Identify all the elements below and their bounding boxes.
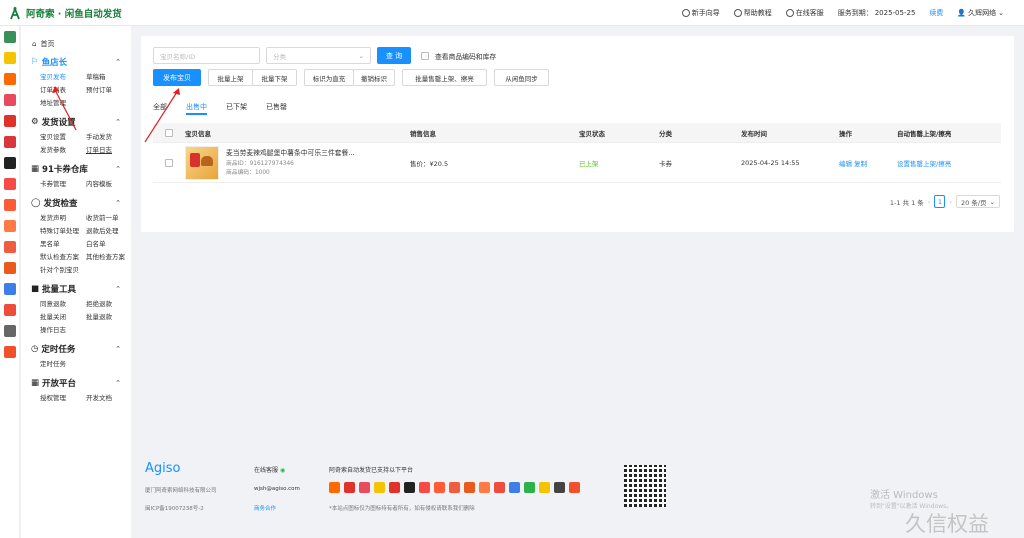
site-watermark: 久信权益 [905,512,989,536]
market-icon [539,482,550,493]
footer-business[interactable]: 商务合作 [254,504,276,512]
platforms-title: 阿奇索自动发货已支持以下平台 [329,467,414,474]
tmall-icon [344,482,355,493]
footer-brand: Agiso [145,461,181,476]
jd-icon [389,482,400,493]
alipay-icon [569,482,580,493]
arrow-to-publish-sidebar [54,89,77,131]
dianpu-icon [479,482,490,493]
windows-activation-title: 激活 Windows [870,490,938,501]
online-service-label: 在线客服 [254,467,279,474]
wechat-shop-icon [509,482,520,493]
footer-company: 厦门阿奇索网络科技有限公司 [145,488,217,494]
xianyu-icon [374,482,385,493]
douyin-icon [404,482,415,493]
platform-list [329,482,580,493]
arrow-to-publish-button [144,91,178,143]
platforms-note: *本站点图标仅为图标持有者所有，如有侵权请联系我们删除 [329,506,475,512]
kuaishou-icon [419,482,430,493]
pinduoduo-icon [359,482,370,493]
arrow-head-icon [173,88,180,95]
weidian-icon [449,482,460,493]
taobao-icon [329,482,340,493]
wechat-icon [524,482,535,493]
footer-icp[interactable]: 闽ICP备19007238号-2 [145,504,204,512]
arrow-head-icon [52,86,59,93]
other-platform-icon [554,482,565,493]
qr-code-icon [624,465,666,507]
xhs-icon [434,482,445,493]
youzan-icon [464,482,475,493]
footer-online-service[interactable]: 在线客服 ◉ [254,465,285,474]
footer-email[interactable]: wjsh@agiso.com [254,486,300,492]
wechat-icon: ◉ [279,467,286,474]
meituan-icon [494,482,505,493]
